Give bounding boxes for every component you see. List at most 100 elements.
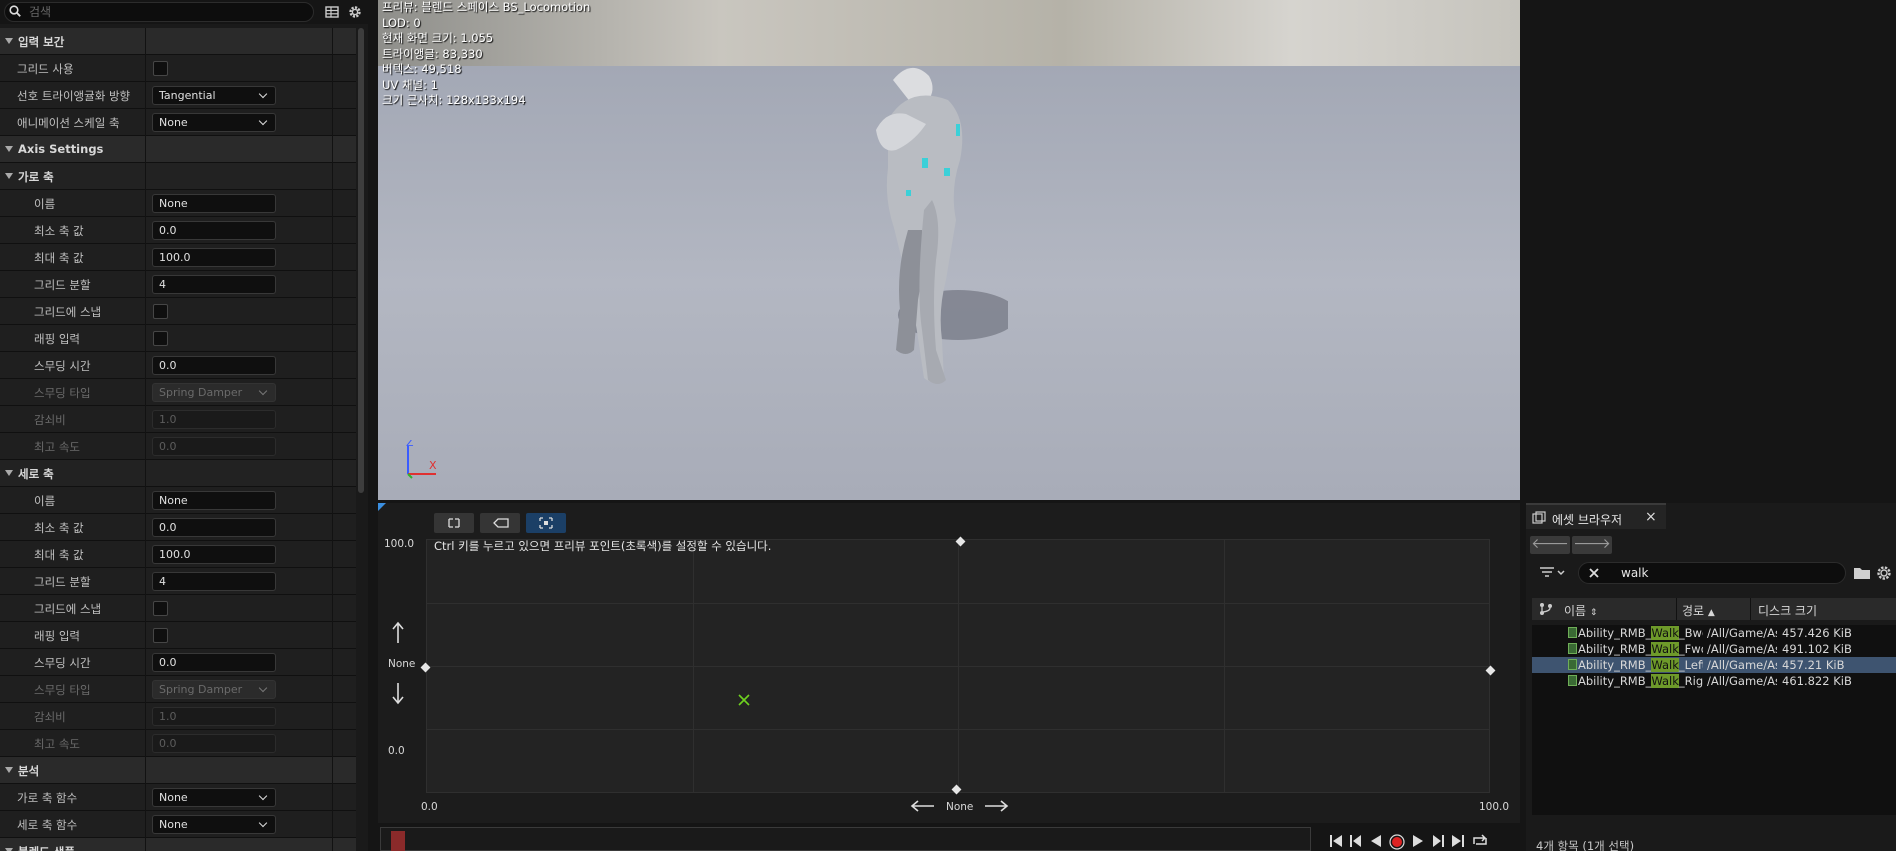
play-reverse-icon[interactable] <box>1369 834 1383 848</box>
property-dropdown[interactable]: None <box>152 113 276 132</box>
asset-name: Ability_RMB_Walk_Fwd <box>1578 642 1703 656</box>
skip-to-start-icon[interactable] <box>1329 834 1343 848</box>
property-input[interactable]: 4 <box>152 572 276 591</box>
forward-button[interactable]: 🡒 <box>1572 536 1612 554</box>
property-input[interactable]: None <box>152 491 276 510</box>
clear-search-icon[interactable] <box>1588 567 1600 579</box>
property-checkbox[interactable] <box>153 331 168 346</box>
step-forward-icon[interactable] <box>1431 834 1445 848</box>
sort-ascending-icon: ▲ <box>1707 608 1715 618</box>
asset-name: Ability_RMB_Walk_Bwd <box>1578 626 1703 640</box>
property-label: 최소 축 값 <box>34 224 84 238</box>
axis-gizmo: Z X <box>406 440 437 479</box>
property-label: 스무딩 시간 <box>34 359 91 373</box>
category-label: 입력 보간 <box>18 35 65 49</box>
fit-view-button[interactable] <box>434 513 474 533</box>
category-input_interp[interactable]: 입력 보간 <box>0 28 356 55</box>
category-blend_samples[interactable]: 블렌드 샘플 <box>0 838 356 851</box>
property-dropdown[interactable]: None <box>152 788 276 807</box>
tag-icon <box>493 518 509 528</box>
property-checkbox[interactable] <box>153 304 168 319</box>
property-checkbox[interactable] <box>153 61 168 76</box>
column-separator[interactable] <box>1750 598 1751 620</box>
dropdown-value: Spring Damper <box>159 386 243 399</box>
property-input[interactable]: 4 <box>152 275 276 294</box>
property-input[interactable]: 0.0 <box>152 518 276 537</box>
property-input[interactable]: 100.0 <box>152 248 276 267</box>
property-row: 그리드 사용 <box>0 55 356 82</box>
arrow-up-icon <box>392 621 404 643</box>
stat-line: UV 채널: 1 <box>382 77 438 92</box>
folder-icon[interactable] <box>1853 565 1871 581</box>
timeline-track[interactable] <box>380 827 1311 851</box>
asset-name-suffix: _Bwd <box>1678 626 1703 640</box>
property-input[interactable]: 0.0 <box>152 653 276 672</box>
stat-line: LOD: 0 <box>382 15 421 30</box>
play-icon[interactable] <box>1411 834 1425 848</box>
tag-view-button[interactable] <box>480 513 520 533</box>
property-label: 그리드 분할 <box>34 278 91 292</box>
step-back-icon[interactable] <box>1349 834 1363 848</box>
asset-row[interactable]: Ability_RMB_Walk_Fwd /All/Game/As 491.10… <box>1532 641 1896 657</box>
gear-icon[interactable] <box>347 4 363 20</box>
asset-row[interactable]: Ability_RMB_Walk_Righ /All/Game/As 461.8… <box>1532 673 1896 689</box>
asset-name-prefix: Ability_RMB_ <box>1578 626 1652 640</box>
loop-icon[interactable] <box>1471 834 1489 848</box>
filter-icon[interactable] <box>1538 565 1566 581</box>
column-size-header[interactable]: 디스크 크기 <box>1758 602 1817 619</box>
property-input: 0.0 <box>152 734 276 753</box>
asset-row[interactable]: Ability_RMB_Walk_Bwd /All/Game/As 457.42… <box>1532 625 1896 641</box>
property-input[interactable]: 0.0 <box>152 356 276 375</box>
category-vertical_axis[interactable]: 세로 축 <box>0 460 356 487</box>
blendspace-grid[interactable] <box>426 539 1490 793</box>
details-search-input[interactable] <box>4 2 314 22</box>
animation-asset-icon <box>1568 643 1577 654</box>
property-label: 이름 <box>34 494 56 508</box>
property-dropdown[interactable]: None <box>152 815 276 834</box>
property-label: 애니메이션 스케일 축 <box>17 116 120 130</box>
table-view-icon[interactable] <box>324 4 340 20</box>
playhead-marker[interactable] <box>391 831 405 851</box>
asset-name-prefix: Ability_RMB_ <box>1578 642 1652 656</box>
preview-view-button[interactable] <box>526 513 566 533</box>
property-input[interactable]: None <box>152 194 276 213</box>
back-button[interactable]: 🡐 <box>1530 536 1570 554</box>
viewport-stats: 프리뷰: 블렌드 스페이스 BS_Locomotion LOD: 0 현재 화면 크… <box>382 0 590 109</box>
dropdown-value: None <box>159 116 188 129</box>
column-name-label: 이름 <box>1564 604 1587 618</box>
close-icon[interactable]: × <box>1645 509 1657 525</box>
property-row: 이름 None <box>0 487 356 514</box>
column-name-header[interactable]: 이름 ⇕ <box>1564 602 1597 619</box>
asset-path: /All/Game/As <box>1707 626 1777 640</box>
property-checkbox[interactable] <box>153 628 168 643</box>
asset-browser-tab[interactable]: 에셋 브라우저 × <box>1526 503 1666 529</box>
category-label: 가로 축 <box>18 170 54 184</box>
record-icon[interactable] <box>1389 834 1405 850</box>
preview-point-marker[interactable] <box>737 693 751 707</box>
property-row: 애니메이션 스케일 축 None <box>0 109 356 136</box>
asset-name-suffix: _Righ <box>1678 674 1703 688</box>
category-label: 분석 <box>18 764 40 778</box>
property-input[interactable]: 100.0 <box>152 545 276 564</box>
asset-browser-title: 에셋 브라우저 <box>1552 513 1623 527</box>
column-separator[interactable] <box>1676 598 1677 620</box>
column-path-header[interactable]: 경로 ▲ <box>1682 602 1715 619</box>
asset-search-input[interactable] <box>1578 562 1846 584</box>
gear-icon[interactable] <box>1875 564 1893 582</box>
property-input[interactable]: 0.0 <box>152 221 276 240</box>
property-dropdown: Spring Damper <box>152 680 276 699</box>
property-checkbox[interactable] <box>153 601 168 616</box>
category-analysis[interactable]: 분석 <box>0 757 356 784</box>
property-dropdown[interactable]: Tangential <box>152 86 276 105</box>
asset-row[interactable]: Ability_RMB_Walk_Left /All/Game/As 457.2… <box>1532 657 1896 673</box>
details-scrollbar[interactable] <box>358 28 364 493</box>
category-axis_settings[interactable]: Axis Settings <box>0 136 356 163</box>
category-label: 블렌드 샘플 <box>18 844 75 851</box>
property-label: 가로 축 함수 <box>17 791 78 805</box>
arrow-left-icon <box>910 800 934 812</box>
category-horizontal_axis[interactable]: 가로 축 <box>0 163 356 190</box>
property-row: 래핑 입력 <box>0 325 356 352</box>
timeline-bar <box>378 826 1520 851</box>
preview-viewport[interactable]: 프리뷰: 블렌드 스페이스 BS_Locomotion LOD: 0 현재 화면 크… <box>378 0 1520 500</box>
skip-to-end-icon[interactable] <box>1451 834 1465 848</box>
